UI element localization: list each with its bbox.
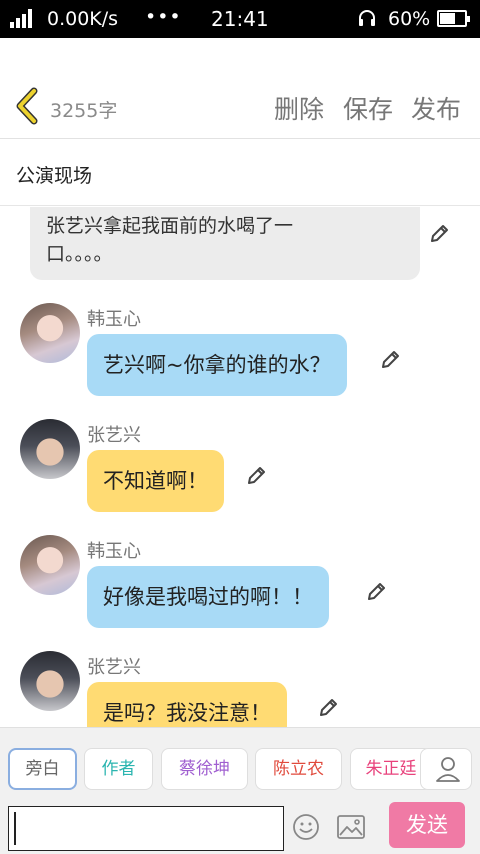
pencil-icon[interactable] bbox=[317, 697, 339, 719]
avatar[interactable] bbox=[20, 303, 80, 363]
word-count: 3255字 bbox=[50, 100, 118, 122]
chat-area[interactable]: 张艺兴拿起我面前的水喝了一 口。。。。 韩玉心 艺兴啊~你拿的谁的水？ 张艺兴 … bbox=[0, 207, 480, 727]
message-bubble[interactable]: 不知道啊！ bbox=[87, 450, 224, 512]
editor-toolbar: 3255字 删除 保存 发布 bbox=[0, 38, 480, 139]
role-chip-narration[interactable]: 旁白 bbox=[8, 748, 77, 790]
battery-icon bbox=[437, 10, 470, 27]
chapter-title: 公演现场 bbox=[16, 165, 93, 187]
speaker-name: 张艺兴 bbox=[87, 657, 141, 678]
chapter-title-row[interactable]: 公演现场 bbox=[0, 140, 480, 206]
role-selector: 旁白 作者 蔡徐坤 陈立农 朱正廷 bbox=[0, 727, 480, 797]
narration-line: 张艺兴拿起我面前的水喝了一 bbox=[46, 215, 294, 237]
network-speed: 0.00K/s bbox=[47, 8, 119, 30]
headphones-icon bbox=[359, 10, 375, 26]
message-bubble[interactable]: 是吗？我没注意！ bbox=[87, 682, 287, 727]
pencil-icon[interactable] bbox=[379, 349, 401, 371]
person-add-icon bbox=[436, 757, 460, 782]
chevron-left-icon[interactable] bbox=[12, 86, 44, 126]
delete-button[interactable]: 删除 bbox=[274, 90, 324, 126]
pencil-icon[interactable] bbox=[365, 581, 387, 603]
speaker-name: 韩玉心 bbox=[87, 541, 141, 562]
speaker-name: 韩玉心 bbox=[87, 309, 141, 330]
battery-percent: 60% bbox=[388, 8, 431, 30]
message-input[interactable] bbox=[8, 806, 284, 851]
role-chip[interactable]: 陈立农 bbox=[255, 748, 342, 790]
smiley-icon[interactable] bbox=[292, 813, 320, 841]
image-icon[interactable] bbox=[337, 815, 365, 839]
input-bar: 发送 bbox=[0, 797, 480, 854]
send-button[interactable]: 发送 bbox=[389, 802, 465, 848]
clock: 21:41 bbox=[211, 7, 269, 31]
avatar[interactable] bbox=[20, 651, 80, 711]
more-notifications-icon: ••• bbox=[145, 6, 182, 28]
avatar[interactable] bbox=[20, 535, 80, 595]
signal-icon bbox=[10, 9, 32, 28]
add-role-button[interactable] bbox=[420, 748, 472, 790]
save-button[interactable]: 保存 bbox=[343, 90, 393, 126]
status-bar: 0.00K/s ••• 21:41 60% bbox=[0, 0, 480, 38]
text-caret bbox=[14, 812, 16, 845]
role-chip[interactable]: 蔡徐坤 bbox=[161, 748, 248, 790]
role-chip-author[interactable]: 作者 bbox=[84, 748, 153, 790]
pencil-icon[interactable] bbox=[245, 465, 267, 487]
pencil-icon[interactable] bbox=[428, 223, 450, 245]
speaker-name: 张艺兴 bbox=[87, 425, 141, 446]
message-bubble[interactable]: 好像是我喝过的啊！！ bbox=[87, 566, 329, 628]
publish-button[interactable]: 发布 bbox=[411, 90, 461, 126]
narration-line: 口。。。。 bbox=[46, 243, 113, 265]
narration-bubble[interactable]: 张艺兴拿起我面前的水喝了一 口。。。。 bbox=[30, 207, 420, 280]
avatar[interactable] bbox=[20, 419, 80, 479]
message-bubble[interactable]: 艺兴啊~你拿的谁的水？ bbox=[87, 334, 347, 396]
